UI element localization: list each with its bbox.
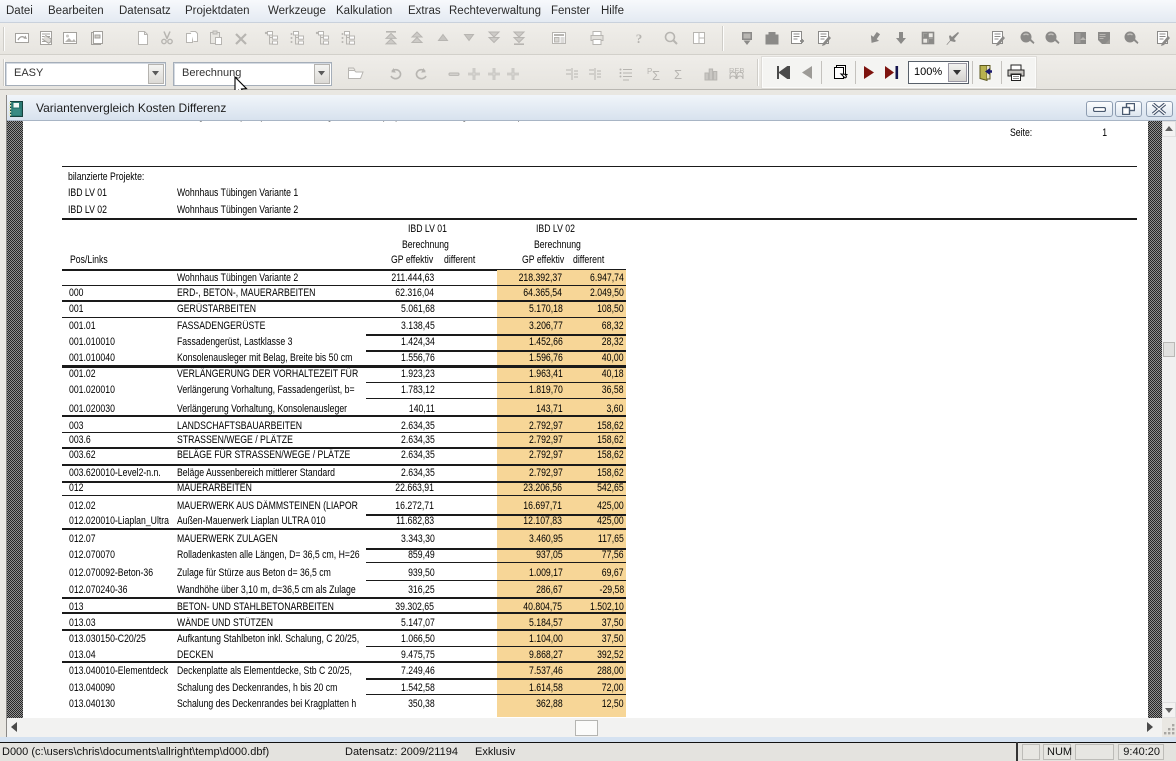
svg-text:Σ: Σ [674,67,682,82]
svg-text:?: ? [636,31,643,46]
svg-text:Σ: Σ [652,68,660,82]
